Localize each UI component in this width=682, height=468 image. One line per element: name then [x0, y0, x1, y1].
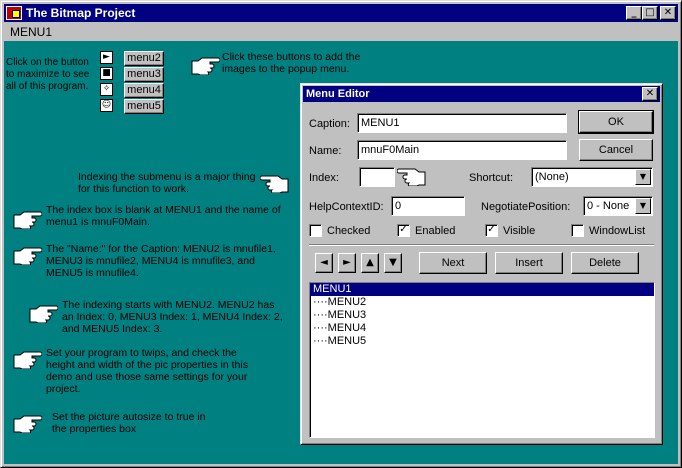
menu5-button[interactable]: menu5 — [124, 99, 164, 114]
menu4-button[interactable]: menu4 — [124, 83, 164, 98]
menu-bar: MENU1 — [4, 22, 678, 41]
enabled-label: Enabled — [415, 224, 456, 237]
arrow-left-icon[interactable]: ◄ — [315, 253, 333, 273]
visible-checkbox[interactable]: ✓ Visible — [485, 224, 535, 237]
checkbox-box[interactable] — [309, 224, 322, 237]
pointing-hand-icon — [13, 351, 42, 369]
pointing-hand-icon — [29, 305, 58, 323]
compass-icon: ✧ — [100, 83, 113, 96]
dialog-title: Menu Editor — [306, 88, 370, 100]
arrow-up-icon[interactable]: ▲ — [361, 253, 379, 273]
list-item[interactable]: MENU1 — [310, 283, 654, 296]
minimize-icon[interactable]: _ — [626, 6, 642, 20]
checkmark-icon[interactable]: ✓ — [485, 224, 498, 237]
next-button[interactable]: Next — [419, 252, 487, 274]
menu-editor-dialog: Menu Editor ✕ Caption: MENU1 Name: mnuF0… — [300, 83, 663, 445]
twips-note: Set your program to twips, and check the… — [46, 347, 248, 395]
ok-button[interactable]: OK — [578, 110, 654, 134]
delete-button[interactable]: Delete — [571, 252, 639, 274]
list-item[interactable]: ····MENU4 — [310, 322, 654, 335]
list-item[interactable]: ····MENU5 — [310, 335, 654, 348]
checked-label: Checked — [327, 224, 371, 237]
insert-button[interactable]: Insert — [495, 252, 563, 274]
pointing-hand-icon — [13, 211, 42, 229]
index-blank-note: The index box is blank at MENU1 and the … — [46, 204, 281, 228]
chevron-down-icon[interactable]: ▼ — [635, 198, 651, 214]
arrow-down-icon[interactable]: ▼ — [384, 253, 402, 273]
checkbox-box[interactable] — [571, 224, 584, 237]
pointing-hand-icon — [13, 415, 42, 433]
negotiateposition-value: 0 - None — [587, 200, 630, 212]
shortcut-label: Shortcut: — [469, 172, 514, 184]
maximize-note: Click on the button to maximize to see a… — [6, 57, 90, 92]
menu3-button[interactable]: menu3 — [124, 67, 164, 82]
shortcut-select[interactable]: (None) ▼ — [531, 167, 653, 187]
close-icon[interactable]: ✕ — [642, 87, 658, 101]
stop-icon: ■ — [100, 67, 113, 80]
caption-field[interactable]: MENU1 — [357, 113, 567, 133]
shortcut-value: (None) — [535, 171, 569, 183]
play-icon: ► — [100, 51, 113, 64]
enabled-checkbox[interactable]: ✓ Enabled — [397, 224, 455, 237]
windowlist-checkbox[interactable]: WindowList — [571, 224, 645, 237]
menu-item-menu1[interactable]: MENU1 — [4, 25, 58, 39]
dialog-title-bar[interactable]: Menu Editor ✕ — [303, 86, 660, 102]
app-icon[interactable] — [6, 6, 22, 20]
autosize-note: Set the picture autosize to true in the … — [52, 411, 206, 435]
helpcontextid-field[interactable]: 0 — [391, 196, 465, 216]
list-item[interactable]: ····MENU3 — [310, 309, 654, 322]
maximize-icon[interactable]: □ — [642, 6, 658, 20]
arrow-right-icon[interactable]: ► — [338, 253, 356, 273]
pointing-hand-icon — [13, 247, 42, 265]
menu2-button[interactable]: menu2 — [124, 51, 164, 66]
indexing-starts-note: The indexing starts with MENU2. MENU2 ha… — [62, 299, 283, 335]
add-images-note: Click these buttons to add the images to… — [222, 51, 361, 75]
pointing-hand-icon — [191, 57, 220, 75]
checked-checkbox[interactable]: Checked — [309, 224, 370, 237]
divider — [309, 244, 654, 246]
name-label: Name: — [309, 145, 342, 157]
negotiateposition-select[interactable]: 0 - None ▼ — [583, 196, 653, 216]
checkmark-icon[interactable]: ✓ — [397, 224, 410, 237]
visible-label: Visible — [503, 224, 536, 237]
smiley-icon: ☺ — [100, 99, 113, 112]
windowlist-label: WindowList — [589, 224, 646, 237]
name-field[interactable]: mnuF0Main — [357, 140, 567, 160]
negotiateposition-label: NegotiatePosition: — [481, 201, 571, 213]
caption-label: Caption: — [309, 118, 350, 130]
names-note: The "Name:" for the Caption: MENU2 is mn… — [46, 243, 276, 279]
title-bar[interactable]: The Bitmap Project _ □ ✕ — [4, 4, 678, 22]
helpcontextid-label: HelpContextID: — [309, 201, 384, 213]
indexing-major-note: Indexing the submenu is a major thing fo… — [78, 171, 256, 195]
pointing-hand-icon — [397, 168, 426, 186]
chevron-down-icon[interactable]: ▼ — [635, 169, 651, 185]
close-icon[interactable]: ✕ — [660, 6, 676, 20]
menu-items-list[interactable]: MENU1 ····MENU2 ····MENU3 ····MENU4 ····… — [309, 282, 655, 438]
main-window: The Bitmap Project _ □ ✕ MENU1 Click on … — [0, 0, 682, 468]
cancel-button[interactable]: Cancel — [579, 139, 653, 161]
index-label: Index: — [309, 172, 339, 184]
window-title: The Bitmap Project — [26, 6, 136, 20]
list-item[interactable]: ····MENU2 — [310, 296, 654, 309]
index-field[interactable] — [359, 167, 395, 187]
pointing-hand-icon — [260, 175, 289, 193]
